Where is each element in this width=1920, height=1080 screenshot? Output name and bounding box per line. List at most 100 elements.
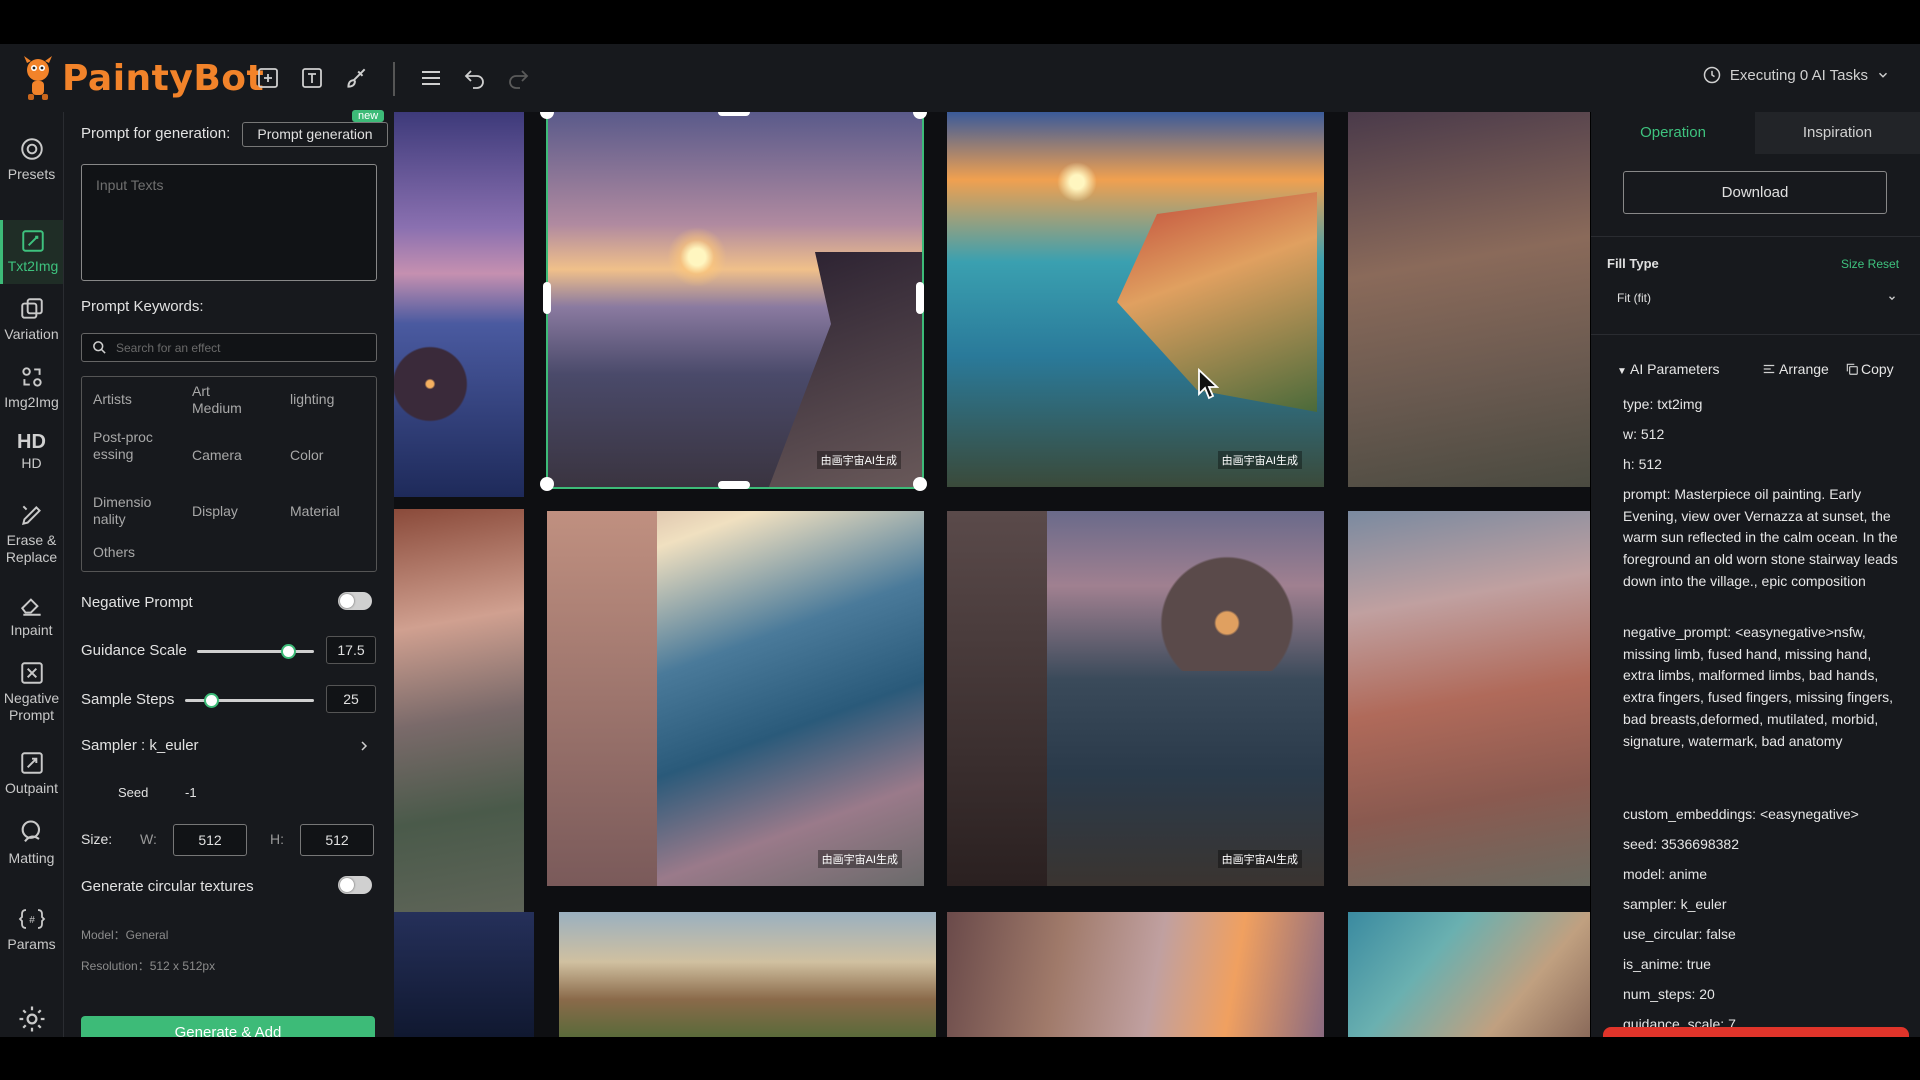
arrange-button[interactable]: Arrange (1762, 361, 1829, 377)
resize-handle[interactable] (718, 112, 750, 116)
width-input[interactable]: 512 (173, 824, 247, 856)
resize-handle[interactable] (540, 477, 554, 491)
guidance-scale-slider[interactable] (197, 644, 314, 659)
gallery-image[interactable] (559, 912, 936, 1037)
sample-steps-slider[interactable] (185, 693, 314, 708)
gallery-image[interactable] (1348, 112, 1590, 487)
task-status[interactable]: Executing 0 AI Tasks (1702, 65, 1890, 85)
eraser-icon (20, 598, 41, 616)
param-custom-embeddings: custom_embeddings: <easynegative> (1623, 806, 1859, 822)
negative-prompt-toggle[interactable] (338, 592, 372, 610)
ai-parameters-toggle[interactable]: ▼ AI Parameters (1617, 361, 1720, 377)
resize-handle[interactable] (913, 477, 927, 491)
sample-steps-label: Sample Steps (81, 691, 175, 708)
gallery-image[interactable] (394, 912, 534, 1037)
tab-operation[interactable]: Operation (1591, 112, 1755, 154)
settings-button[interactable] (0, 1004, 63, 1038)
sidebar-label: HD (21, 455, 42, 471)
prompt-input[interactable]: Input Texts (81, 164, 377, 281)
tab-inspiration[interactable]: Inspiration (1755, 112, 1920, 154)
gallery-image[interactable] (394, 112, 524, 497)
keyword-art-medium[interactable]: Art Medium (192, 383, 260, 417)
keyword-dimensionality[interactable]: Dimensionality (93, 494, 155, 528)
divider (1591, 236, 1920, 237)
keyword-material[interactable]: Material (290, 503, 340, 520)
selection-frame[interactable] (546, 112, 924, 489)
menu-icon[interactable] (417, 64, 445, 92)
new-badge: new (352, 110, 385, 122)
seed-value[interactable]: -1 (185, 785, 197, 800)
sidebar-item-img2img[interactable]: Img2Img (0, 364, 63, 411)
sidebar-item-inpaint[interactable]: Inpaint (0, 592, 63, 639)
app-logo[interactable]: PaintyBot (18, 52, 264, 104)
svg-text:#: # (29, 915, 35, 926)
circular-textures-toggle[interactable] (338, 876, 372, 894)
keyword-camera[interactable]: Camera (192, 447, 242, 464)
redo-icon[interactable] (504, 64, 532, 92)
keyword-color[interactable]: Color (290, 447, 323, 464)
undo-icon[interactable] (461, 64, 489, 92)
keyword-display[interactable]: Display (192, 503, 238, 520)
height-input[interactable]: 512 (300, 824, 374, 856)
slider-knob[interactable] (281, 644, 297, 659)
sidebar-item-outpaint[interactable]: Outpaint (0, 750, 63, 797)
fill-type-value: Fit (fit) (1617, 291, 1651, 305)
gallery-image[interactable] (1348, 912, 1590, 1037)
generate-add-button[interactable]: Generate & Add (81, 1016, 375, 1037)
effect-search-input[interactable]: Search for an effect (81, 333, 377, 362)
copy-label: Copy (1861, 361, 1894, 377)
keyword-lighting[interactable]: lighting (290, 391, 334, 408)
param-sampler: sampler: k_euler (1623, 896, 1727, 912)
seed-label: Seed (118, 785, 149, 800)
sampler-selector[interactable]: Sampler : k_euler (81, 737, 199, 754)
resize-handle[interactable] (543, 282, 551, 314)
img2img-icon (21, 367, 42, 387)
pencil-icon (21, 505, 41, 526)
gallery-image[interactable]: 由画宇宙AI生成 (947, 112, 1324, 487)
sidebar-item-erase-replace[interactable]: Erase & Replace (0, 502, 63, 566)
sidebar-label: Inpaint (10, 622, 53, 638)
sidebar-item-params[interactable]: # Params (0, 906, 63, 953)
add-image-icon[interactable] (254, 64, 282, 92)
sidebar-label: Matting (8, 850, 55, 866)
watermark: 由画宇宙AI生成 (1217, 451, 1302, 469)
keyword-categories: Artists Art Medium lighting Post-process… (81, 376, 377, 572)
copy-button[interactable]: Copy (1845, 361, 1894, 377)
resize-handle[interactable] (916, 282, 924, 314)
sidebar-item-txt2img[interactable]: Txt2Img (0, 220, 63, 284)
gallery-image[interactable] (1348, 511, 1590, 886)
keyword-artists[interactable]: Artists (93, 391, 132, 408)
chevron-right-icon[interactable] (358, 739, 370, 753)
sample-steps-value[interactable]: 25 (326, 685, 376, 713)
guidance-scale-value[interactable]: 17.5 (326, 636, 376, 664)
sidebar-item-negative-prompt[interactable]: Negative Prompt (0, 660, 63, 724)
negative-prompt-label: Negative Prompt (81, 594, 193, 611)
params-icon: # (18, 909, 45, 929)
download-button[interactable]: Download (1623, 171, 1887, 214)
fill-type-select[interactable]: Fit (fit) (1607, 282, 1905, 314)
sidebar-label: Outpaint (5, 780, 58, 796)
add-text-icon[interactable] (298, 64, 326, 92)
mascot-icon (18, 54, 58, 102)
watermark: 由画宇宙AI生成 (817, 850, 902, 868)
prompt-generation-button[interactable]: Prompt generation (242, 122, 388, 147)
brush-icon[interactable] (342, 64, 370, 92)
red-action-bar[interactable] (1603, 1027, 1909, 1037)
param-model: model: anime (1623, 866, 1708, 882)
sidebar-item-matting[interactable]: Matting (0, 818, 63, 867)
sidebar-item-hd[interactable]: HD HD (0, 432, 63, 472)
param-num-steps: num_steps: 20 (1623, 986, 1715, 1002)
size-reset-link[interactable]: Size Reset (1841, 257, 1899, 271)
gallery-image[interactable]: 由画宇宙AI生成 (547, 511, 924, 886)
outpaint-icon (20, 752, 43, 774)
keyword-post-processing[interactable]: Post-processing (93, 429, 155, 463)
param-type: type: txt2img (1623, 396, 1703, 412)
gallery-image[interactable] (947, 912, 1324, 1037)
sidebar-item-presets[interactable]: Presets (0, 136, 63, 183)
resize-handle[interactable] (718, 481, 750, 489)
gallery-image[interactable]: 由画宇宙AI生成 (947, 511, 1324, 886)
gallery-image[interactable]: 由画宇宙AI生成 (394, 509, 524, 976)
slider-knob[interactable] (203, 693, 219, 708)
keyword-others[interactable]: Others (93, 544, 135, 561)
sidebar-item-variation[interactable]: Variation (0, 296, 63, 343)
